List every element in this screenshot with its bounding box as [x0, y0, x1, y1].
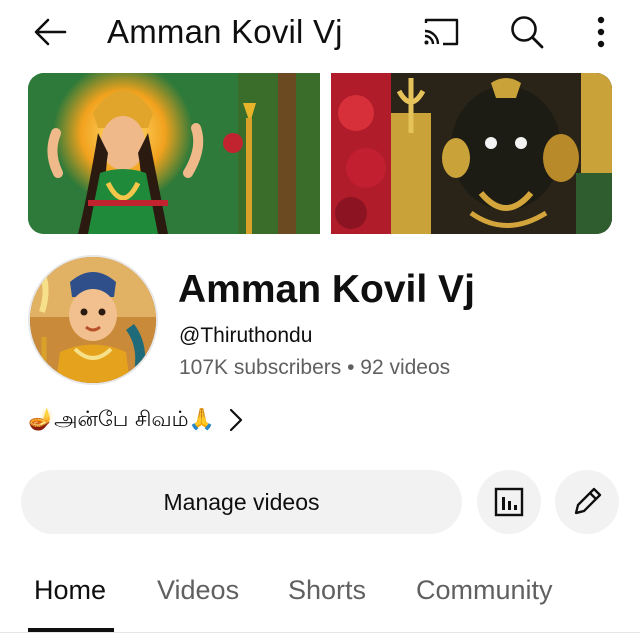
banner-divider: [320, 73, 331, 234]
more-vert-icon: [597, 16, 605, 48]
pencil-icon: [574, 487, 602, 515]
edit-channel-button[interactable]: [555, 470, 619, 534]
chevron-right-icon: [229, 408, 243, 432]
top-app-bar: Amman Kovil Vj: [0, 0, 640, 64]
cast-icon: [424, 18, 459, 46]
channel-banner[interactable]: [28, 73, 612, 234]
channel-avatar[interactable]: [28, 255, 158, 385]
more-options-button[interactable]: [586, 10, 616, 54]
banner-image-right: [331, 73, 612, 234]
channel-name: Amman Kovil Vj: [178, 268, 475, 311]
tab-shorts[interactable]: Shorts: [288, 572, 366, 608]
cast-button[interactable]: [418, 12, 464, 52]
back-button[interactable]: [28, 12, 72, 52]
tab-home[interactable]: Home: [34, 572, 106, 608]
deity-idol-photo: [331, 73, 612, 234]
channel-description: 🪔அன்பே சிவம்🙏: [28, 406, 215, 431]
channel-stats: 107K subscribers • 92 videos: [179, 356, 451, 379]
child-deity-avatar-image: [30, 257, 156, 383]
analytics-icon: [494, 487, 524, 517]
search-button[interactable]: [505, 10, 549, 54]
tab-videos[interactable]: Videos: [157, 572, 239, 608]
search-icon: [511, 16, 544, 49]
banner-image-left: [28, 73, 320, 234]
manage-videos-button[interactable]: Manage videos: [21, 470, 462, 534]
tab-community[interactable]: Community: [416, 572, 553, 608]
back-arrow-icon: [34, 18, 67, 46]
app-bar-title: Amman Kovil Vj: [107, 13, 343, 50]
analytics-button[interactable]: [477, 470, 541, 534]
channel-handle: @Thiruthondu: [179, 324, 313, 347]
goddess-illustration: [28, 73, 320, 234]
channel-description-row[interactable]: 🪔அன்பே சிவம்🙏: [28, 401, 243, 439]
tabs-divider: [0, 632, 640, 633]
